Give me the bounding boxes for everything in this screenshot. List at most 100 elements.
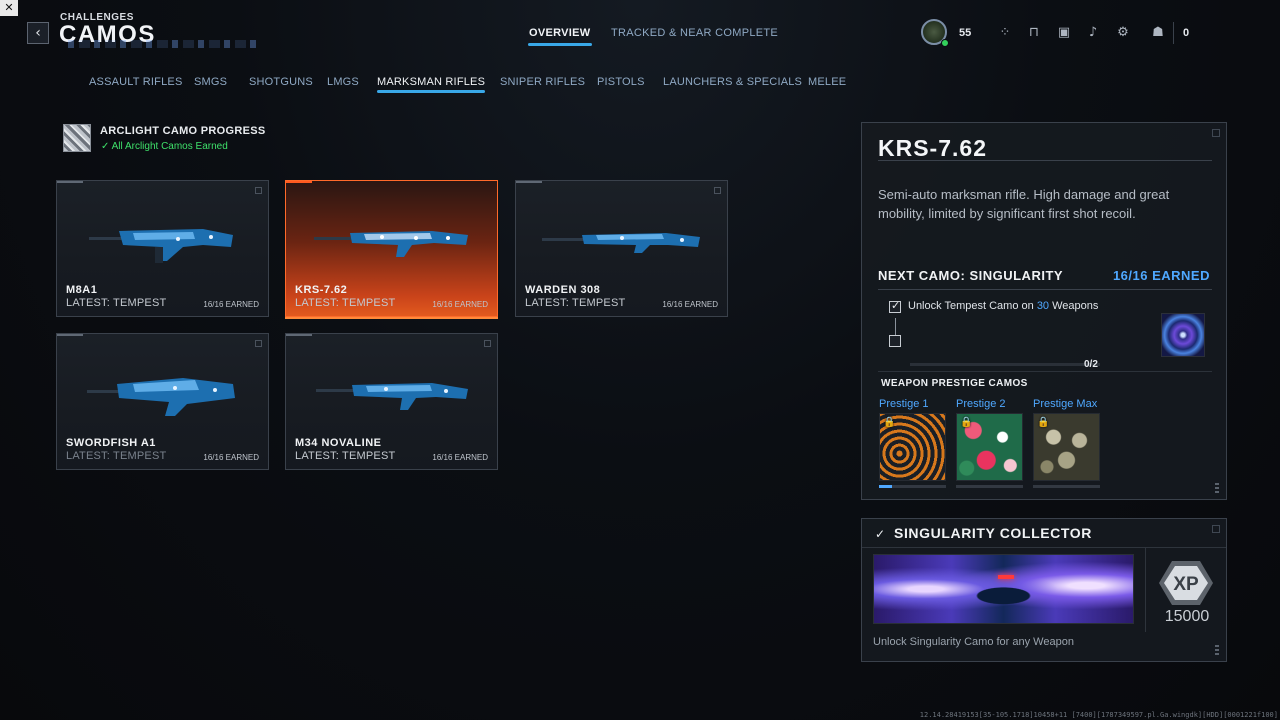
checkmark-icon: ✓: [101, 141, 112, 152]
scroll-grip-icon[interactable]: [1215, 483, 1219, 493]
prestige-max-camo[interactable]: 🔒: [1033, 413, 1100, 481]
weapon-card-warden-308[interactable]: WARDEN 308 LATEST: TEMPEST 16/16 EARNED: [515, 180, 728, 317]
lock-icon: 🔒: [883, 417, 896, 428]
tab-marksman-rifles[interactable]: MARKSMAN RIFLES: [377, 76, 486, 93]
card-corner-icon: [255, 187, 262, 194]
card-progress-bar: [286, 181, 312, 183]
detail-weapon-title: KRS-7.62: [878, 135, 987, 161]
tab-launchers-specials[interactable]: LAUNCHERS & SPECIALS: [663, 76, 802, 88]
card-corner-icon: [714, 187, 721, 194]
next-camo-earned: 16/16 EARNED: [1112, 268, 1210, 283]
tab-pistols[interactable]: PISTOLS: [597, 76, 645, 88]
panel-corner-icon: [1212, 129, 1220, 137]
weapon-earned-count: 16/16 EARNED: [432, 300, 488, 309]
weapon-latest-camo: LATEST: TEMPEST: [295, 450, 396, 462]
challenge-number: 30: [1036, 300, 1050, 312]
card-progress-bar: [516, 181, 542, 183]
weapon-card-krs-762[interactable]: KRS-7.62 LATEST: TEMPEST 16/16 EARNED: [285, 180, 498, 317]
weapon-name: KRS-7.62: [295, 284, 348, 296]
card-corner-icon: [255, 340, 262, 347]
divider: [862, 547, 1226, 548]
challenge-progress-bar: [910, 363, 1100, 366]
prestige-1-camo[interactable]: 🔒: [879, 413, 946, 481]
grid-menu-icon[interactable]: ⁘: [996, 24, 1014, 42]
tab-assault-rifles[interactable]: ASSAULT RIFLES: [89, 76, 182, 88]
mute-icon[interactable]: ✕: [0, 0, 18, 16]
card-progress-bar: [286, 334, 312, 336]
detail-description: Semi-auto marksman rifle. High damage an…: [878, 187, 1170, 221]
squad-count: 0: [1183, 27, 1190, 39]
arclight-progress-title: ARCLIGHT CAMO PROGRESS: [100, 125, 266, 137]
weapon-earned-count: 16/16 EARNED: [203, 453, 259, 462]
prestige-1-label: Prestige 1: [879, 398, 929, 410]
prestige-max-progress-bar: [1033, 485, 1100, 488]
weapon-earned-count: 16/16 EARNED: [432, 453, 488, 462]
banner-visor-decoration: [998, 575, 1014, 579]
weapon-card-m8a1[interactable]: M8A1 LATEST: TEMPEST 16/16 EARNED: [56, 180, 269, 317]
build-version: 12.14.28419153[35-105.1718]10458+11 [740…: [919, 711, 1278, 719]
xp-badge-text: XP: [1173, 574, 1199, 595]
tab-sniper-rifles[interactable]: SNIPER RIFLES: [500, 76, 585, 88]
challenge-text-after: Weapons: [1049, 300, 1099, 312]
arclight-progress-status: ✓ All Arclight Camos Earned: [101, 141, 228, 152]
settings-gear-icon[interactable]: ⚙: [1114, 24, 1132, 42]
prestige-1-progress-bar: [879, 485, 946, 488]
weapon-latest-camo: LATEST: TEMPEST: [525, 297, 626, 309]
title-glitch-decoration: [68, 40, 258, 48]
checkmark-icon: ✓: [891, 299, 901, 312]
weapon-image: [316, 383, 468, 410]
tab-overview[interactable]: OVERVIEW: [528, 27, 591, 46]
squad-icon[interactable]: ☗: [1149, 24, 1167, 42]
header-divider: [1173, 22, 1174, 44]
weapon-image: [87, 378, 235, 416]
challenge-description: Unlock Tempest Camo on 30 Weapons: [908, 300, 1098, 312]
divider: [878, 371, 1212, 372]
weapon-detail-panel: KRS-7.62 Semi-auto marksman rifle. High …: [861, 122, 1227, 500]
prestige-max-label: Prestige Max: [1033, 398, 1098, 410]
weapon-latest-camo: LATEST: TEMPEST: [295, 297, 396, 309]
prestige-2-label: Prestige 2: [956, 398, 1006, 410]
card-progress-bar: [57, 334, 83, 336]
weapon-prestige-camos-label: WEAPON PRESTIGE CAMOS: [881, 378, 1028, 389]
collector-description: Unlock Singularity Camo for any Weapon: [873, 636, 1074, 648]
singularity-camo-thumbnail[interactable]: [1161, 313, 1205, 357]
weapon-name: SWORDFISH A1: [66, 437, 156, 449]
weapon-latest-camo: LATEST: TEMPEST: [66, 450, 167, 462]
tab-melee[interactable]: MELEE: [808, 76, 846, 88]
card-corner-icon: [484, 340, 491, 347]
collector-title: SINGULARITY COLLECTOR: [894, 525, 1092, 541]
tab-smgs[interactable]: SMGS: [194, 76, 227, 88]
xp-reward-amount: 15000: [1164, 608, 1210, 625]
weapon-card-m34-novaline[interactable]: M34 NOVALINE LATEST: TEMPEST 16/16 EARNE…: [285, 333, 498, 470]
singularity-collector-panel: ✓ SINGULARITY COLLECTOR XP 15000 Unlock …: [861, 518, 1227, 662]
challenge-checkbox-1: ✓: [889, 299, 901, 313]
weapon-image: [314, 231, 468, 257]
card-progress-bar: [57, 181, 83, 183]
weapon-name: WARDEN 308: [525, 284, 601, 296]
divider: [1145, 547, 1146, 632]
prestige-2-camo[interactable]: 🔒: [956, 413, 1023, 481]
weapon-earned-count: 16/16 EARNED: [662, 300, 718, 309]
notification-bell-icon[interactable]: ♪: [1084, 24, 1102, 42]
back-button[interactable]: ‹: [27, 22, 49, 44]
tab-lmgs[interactable]: LMGS: [327, 76, 359, 88]
unlock-icon[interactable]: ⊓: [1025, 24, 1043, 42]
checkmark-icon: ✓: [875, 527, 886, 541]
divider: [878, 289, 1212, 290]
tab-tracked-near-complete[interactable]: TRACKED & NEAR COMPLETE: [611, 27, 778, 39]
collector-reward-banner[interactable]: [873, 554, 1134, 624]
online-status-icon: [941, 39, 949, 47]
tab-shotguns[interactable]: SHOTGUNS: [249, 76, 313, 88]
weapon-latest-camo: LATEST: TEMPEST: [66, 297, 167, 309]
lock-icon: 🔒: [1037, 417, 1050, 428]
weapon-card-swordfish-a1[interactable]: SWORDFISH A1 LATEST: TEMPEST 16/16 EARNE…: [56, 333, 269, 470]
arclight-camo-icon: [63, 124, 91, 152]
store-icon[interactable]: ▣: [1055, 24, 1073, 42]
next-camo-label: NEXT CAMO: SINGULARITY: [878, 268, 1064, 283]
challenge-text-before: Unlock Tempest Camo on: [908, 300, 1037, 312]
scroll-grip-icon[interactable]: [1215, 645, 1219, 655]
prestige-1-progress-fill: [879, 485, 893, 488]
weapon-image: [542, 233, 700, 253]
challenge-checkbox-2: [889, 335, 901, 347]
arclight-status-text: All Arclight Camos Earned: [111, 141, 228, 152]
